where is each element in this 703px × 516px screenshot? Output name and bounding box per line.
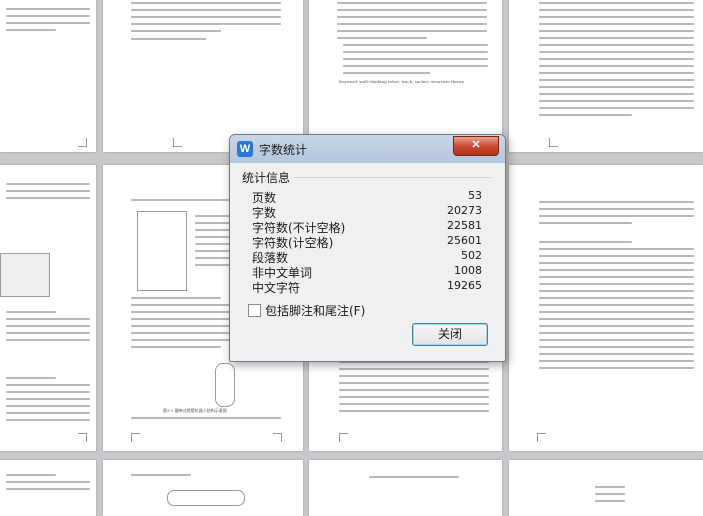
figure-placeholder — [215, 363, 235, 407]
document-page — [509, 460, 703, 516]
stat-row-words: 字数 20273 — [252, 204, 482, 220]
stat-value: 1008 — [454, 264, 482, 277]
stat-value: 25601 — [447, 234, 482, 247]
document-page — [103, 0, 303, 152]
dialog-body: 统计信息 页数 53 字数 20273 字符数(不计空格) 22581 字符数(… — [236, 163, 497, 353]
stat-row-pages: 页数 53 — [252, 189, 482, 205]
include-footnotes-label[interactable]: 包括脚注和尾注(F) — [265, 302, 365, 319]
figure-caption: 图3-1 履带式爬壁机器人结构示意图 — [163, 408, 227, 413]
figure-placeholder — [137, 211, 187, 291]
stat-value: 22581 — [447, 219, 482, 232]
dialog-title: 字数统计 — [259, 143, 308, 157]
document-page — [0, 165, 96, 451]
stat-label: 中文字符 — [252, 281, 301, 295]
keywords-line: Keyword: wall-climbing robot; track; suc… — [339, 79, 465, 84]
figure-placeholder — [167, 490, 245, 506]
figure-placeholder — [0, 253, 50, 297]
stat-value: 502 — [461, 249, 482, 262]
statistics-group: 统计信息 页数 53 字数 20273 字符数(不计空格) 22581 字符数(… — [242, 169, 491, 296]
wps-app-icon: W — [237, 141, 253, 157]
document-page — [0, 460, 96, 516]
document-page: Keyword: wall-climbing robot; track; suc… — [309, 0, 502, 152]
document-page — [509, 165, 703, 451]
stat-row-chars-with-spaces: 字符数(计空格) 25601 — [252, 234, 482, 250]
stat-value: 53 — [468, 189, 482, 202]
document-page — [509, 0, 703, 152]
dialog-titlebar[interactable]: W 字数统计 ✕ — [230, 135, 505, 163]
include-footnotes-checkbox[interactable] — [248, 304, 261, 317]
document-page — [0, 0, 96, 152]
window-close-button[interactable]: ✕ — [453, 136, 499, 156]
statistics-group-title: 统计信息 — [242, 169, 295, 186]
stat-row-chinese-chars: 中文字符 19265 — [252, 279, 482, 295]
stat-value: 19265 — [447, 279, 482, 292]
stat-row-paragraphs: 段落数 502 — [252, 249, 482, 265]
document-page — [103, 460, 303, 516]
close-icon: ✕ — [471, 139, 481, 151]
word-count-dialog: W 字数统计 ✕ 统计信息 页数 53 字数 20273 字符数(不计空格) 2… — [229, 134, 506, 362]
stat-value: 20273 — [447, 204, 482, 217]
stat-row-chars-no-spaces: 字符数(不计空格) 22581 — [252, 219, 482, 235]
document-page — [309, 460, 502, 516]
stat-row-non-chinese-words: 非中文单词 1008 — [252, 264, 482, 280]
close-button[interactable]: 关闭 — [412, 323, 488, 346]
